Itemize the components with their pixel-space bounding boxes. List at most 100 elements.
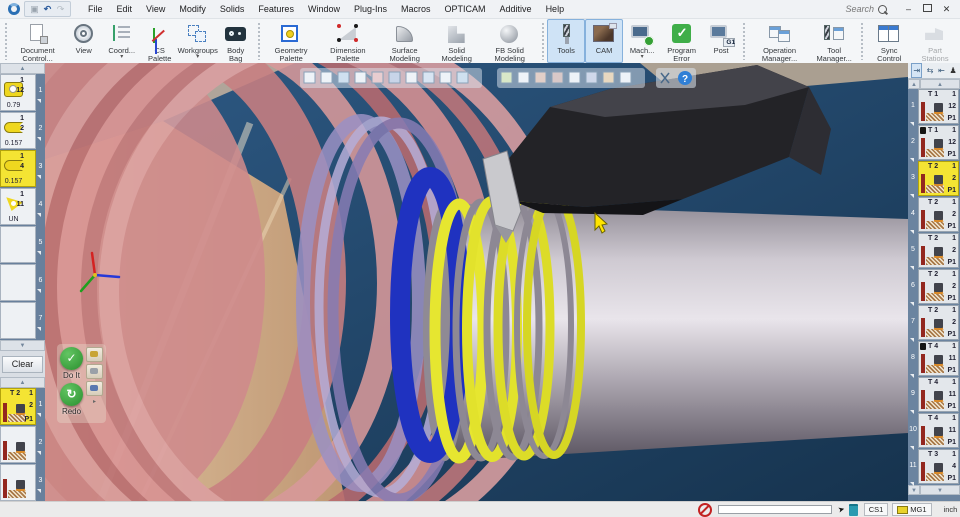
tool-tile-body[interactable]: [0, 226, 36, 263]
ribbon-button[interactable]: Body Bag: [217, 19, 255, 63]
operation-row[interactable]: 1 T 1 1 12 P1: [908, 89, 960, 126]
menu-item[interactable]: Additive: [493, 0, 539, 18]
tool-tile-body[interactable]: [0, 302, 36, 339]
operator-icon[interactable]: [949, 64, 956, 77]
sync-swap-icon[interactable]: [927, 64, 934, 77]
operation-row[interactable]: 3 T 2 1 2 P1: [908, 161, 960, 198]
menu-item[interactable]: Features: [251, 0, 301, 18]
operation-tile[interactable]: T 2 1 2 P1: [918, 197, 959, 232]
menu-item[interactable]: File: [81, 0, 110, 18]
operation-row[interactable]: 11 T 3 1 4 P1: [908, 449, 960, 486]
process-tile[interactable]: 3: [0, 464, 45, 502]
viewport[interactable]: ?: [45, 63, 908, 501]
undo-icon[interactable]: [41, 3, 54, 16]
operation-row[interactable]: 4 T 2 1 2 P1: [908, 197, 960, 234]
mini-hand-button-1[interactable]: [86, 347, 103, 362]
operation-row[interactable]: 6 T 2 1 2 P1: [908, 269, 960, 306]
tool-tile-body[interactable]: 1 4 0.157: [0, 150, 36, 187]
operation-tile[interactable]: T 4 1 11 P1: [918, 341, 959, 376]
ribbon-button[interactable]: G1 Post: [702, 19, 740, 63]
ribbon-button[interactable]: Part Stations: [912, 19, 958, 63]
operation-tile[interactable]: T 2 1 2 P1: [918, 269, 959, 304]
ribbon-button[interactable]: Tool Manager...: [811, 19, 858, 63]
ribbon-button[interactable]: View: [65, 19, 103, 63]
group-handle-icon[interactable]: [256, 22, 262, 60]
trash-icon[interactable]: [848, 503, 858, 516]
mg-indicator-button[interactable]: MG1: [892, 503, 932, 516]
redo-process-button[interactable]: [60, 383, 83, 406]
group-handle-icon[interactable]: [4, 22, 9, 60]
ops-scroll-down-small-button[interactable]: [908, 485, 920, 495]
menu-item[interactable]: OPTICAM: [438, 0, 493, 18]
tool-tile[interactable]: 1 4 0.157 3: [0, 150, 45, 188]
operation-tile[interactable]: T 2 1 2 P1: [918, 161, 959, 196]
tool-tile-body[interactable]: [0, 264, 36, 301]
process-tile-body[interactable]: [0, 464, 36, 501]
tool-tile[interactable]: 5: [0, 226, 45, 264]
tool-tile[interactable]: 6: [0, 264, 45, 302]
tool-tile[interactable]: 1 2 0.157 2: [0, 112, 45, 150]
sync-mode-icon[interactable]: [911, 63, 923, 78]
pin-icon[interactable]: [837, 504, 846, 514]
ribbon-button[interactable]: Tools: [547, 19, 586, 63]
tool-tile-body[interactable]: 1 2 0.157: [0, 112, 36, 149]
minimize-button[interactable]: –: [899, 0, 918, 18]
viewport-3d-scene[interactable]: ?: [45, 63, 908, 501]
save-icon[interactable]: [28, 3, 41, 16]
ribbon-button[interactable]: Program Error Checker: [661, 19, 702, 72]
mini-expand-icon[interactable]: ▸: [93, 398, 96, 405]
ribbon-button[interactable]: Mach...: [623, 19, 661, 63]
restore-button[interactable]: [918, 0, 937, 18]
operation-tile[interactable]: T 4 1 11 P1: [918, 377, 959, 412]
process-scroll-up-button[interactable]: [0, 377, 45, 388]
mini-hand-button-2[interactable]: [86, 364, 103, 379]
operation-row[interactable]: 2 T 1 1 12 P1: [908, 125, 960, 162]
process-tile-body[interactable]: T 2 1 2 P1: [0, 388, 36, 425]
operation-tile[interactable]: T 2 1 2 P1: [918, 305, 959, 340]
group-handle-icon[interactable]: [540, 22, 546, 60]
redo-icon[interactable]: [54, 3, 67, 16]
operation-row[interactable]: 9 T 4 1 11 P1: [908, 377, 960, 414]
ribbon-button[interactable]: Operation Manager...: [749, 19, 811, 63]
ribbon-button[interactable]: Geometry Palette: [263, 19, 319, 63]
menu-item[interactable]: Window: [301, 0, 347, 18]
app-logo-icon[interactable]: [8, 3, 20, 15]
ribbon-button[interactable]: Surface Modeling: [377, 19, 433, 63]
sync-left-icon[interactable]: [938, 64, 945, 77]
process-tile-body[interactable]: [0, 426, 36, 463]
view-toolbar[interactable]: ?: [300, 68, 696, 88]
tool-scroll-down-button[interactable]: [0, 340, 45, 351]
menu-item[interactable]: View: [139, 0, 172, 18]
clear-button[interactable]: Clear: [2, 356, 43, 373]
tool-tile[interactable]: 7: [0, 302, 45, 340]
menu-item[interactable]: Edit: [110, 0, 140, 18]
ops-scroll-up-button[interactable]: [920, 79, 960, 89]
operation-tile[interactable]: T 1 1 12 P1: [918, 125, 959, 160]
cs-indicator-button[interactable]: CS1: [863, 503, 889, 516]
tool-tile[interactable]: 1 12 0.79 1: [0, 74, 45, 112]
ribbon-button[interactable]: Coord...: [103, 19, 141, 63]
ribbon-button[interactable]: Dimension Palette: [319, 19, 377, 63]
process-tile[interactable]: 2: [0, 426, 45, 464]
operation-row[interactable]: 8 T 4 1 11 P1: [908, 341, 960, 378]
ops-scroll-up-small-button[interactable]: [908, 79, 920, 89]
close-button[interactable]: ✕: [937, 0, 956, 18]
menu-item[interactable]: Help: [539, 0, 572, 18]
tool-scroll-up-button[interactable]: [0, 63, 45, 74]
group-handle-icon[interactable]: [859, 22, 865, 60]
ribbon-button[interactable]: CAM: [585, 19, 624, 63]
operation-row[interactable]: 5 T 2 1 2 P1: [908, 233, 960, 270]
group-handle-icon[interactable]: [742, 22, 747, 60]
operation-row[interactable]: 7 T 2 1 2 P1: [908, 305, 960, 342]
operation-tile[interactable]: T 4 1 11 P1: [918, 413, 959, 448]
menu-item[interactable]: Macros: [394, 0, 438, 18]
mini-hand-button-3[interactable]: [86, 381, 103, 396]
search-control[interactable]: Search: [845, 4, 887, 14]
operation-tile[interactable]: T 3 1 4 P1: [918, 449, 959, 484]
do-it-button[interactable]: [60, 347, 83, 370]
tool-tile-body[interactable]: 1 12 0.79: [0, 74, 36, 111]
tool-tile-body[interactable]: 1 11 UN: [0, 188, 36, 225]
menu-item[interactable]: Modify: [172, 0, 213, 18]
ribbon-button[interactable]: Workgroups: [178, 19, 218, 63]
menu-item[interactable]: Plug-Ins: [347, 0, 394, 18]
